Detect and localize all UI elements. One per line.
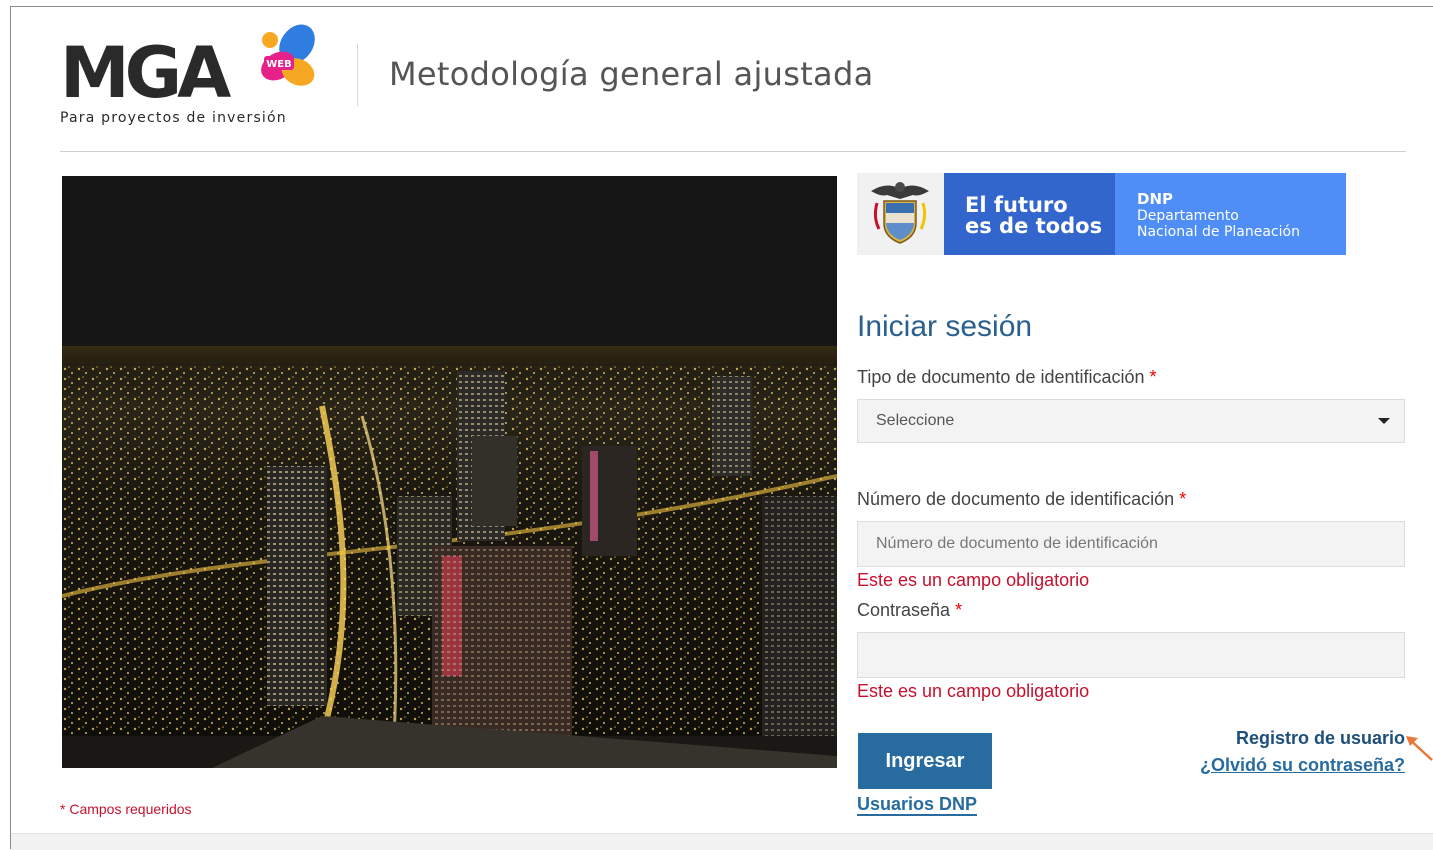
doc-type-selected-value: Seleccione <box>876 412 955 429</box>
city-night-photo <box>62 176 837 768</box>
password-input[interactable] <box>857 632 1405 678</box>
banner-org-panel: DNP Departamento Nacional de Planeación <box>1115 173 1346 255</box>
required-marker: * <box>955 600 963 620</box>
login-title: Iniciar sesión <box>857 310 1033 343</box>
banner-shield-panel <box>857 173 944 255</box>
caret-down-icon <box>1378 418 1390 424</box>
required-fields-note: * Campos requeridos <box>60 801 192 817</box>
register-user-link[interactable]: Registro de usuario <box>1236 728 1405 749</box>
dnp-name-line1: Departamento <box>1137 208 1239 224</box>
forgot-password-link[interactable]: ¿Olvidó su contraseña? <box>1200 755 1405 776</box>
dnp-banner: El futuro es de todos DNP Departamento N… <box>857 173 1346 255</box>
dnp-name-line2: Nacional de Planeación <box>1137 224 1300 240</box>
logo-text: MGA <box>60 32 231 114</box>
annotation-arrow-icon <box>1406 736 1433 761</box>
footer-strip <box>11 833 1433 850</box>
password-label-text: Contraseña <box>857 600 951 620</box>
doc-type-label-text: Tipo de documento de identificación <box>857 367 1145 387</box>
banner-slogan: El futuro es de todos <box>965 195 1102 237</box>
logo-badge-icon: WEB <box>261 24 315 86</box>
header-separator <box>60 151 1406 152</box>
dnp-users-link[interactable]: Usuarios DNP <box>857 794 978 816</box>
logo-subtitle: Para proyectos de inversión <box>60 110 287 126</box>
doc-number-error: Este es un campo obligatorio <box>857 570 1090 590</box>
required-marker: * <box>1179 489 1187 509</box>
required-marker: * <box>1149 367 1157 387</box>
city-illustration <box>62 176 837 768</box>
doc-type-label: Tipo de documento de identificación * <box>857 367 1157 388</box>
password-error: Este es un campo obligatorio <box>857 681 1090 701</box>
banner-slogan-panel: El futuro es de todos <box>944 173 1115 255</box>
password-label: Contraseña * <box>857 600 962 621</box>
doc-number-label: Número de documento de identificación * <box>857 489 1186 510</box>
logo-badge-text: WEB <box>266 59 291 70</box>
banner-slogan-line1: El futuro <box>965 193 1068 217</box>
login-submit-button[interactable]: Ingresar <box>858 733 992 789</box>
header-divider <box>357 44 358 106</box>
doc-number-label-text: Número de documento de identificación <box>857 489 1175 509</box>
doc-type-select[interactable]: Seleccione <box>857 399 1405 443</box>
doc-number-input[interactable] <box>857 521 1405 567</box>
mga-logo: MGA WEB Para proyectos de inversión <box>60 22 330 132</box>
dnp-abbreviation: DNP <box>1137 190 1173 208</box>
banner-slogan-line2: es de todos <box>965 214 1103 238</box>
colombia-coat-of-arms-icon <box>871 182 929 244</box>
app-title: Metodología general ajustada <box>389 55 874 93</box>
